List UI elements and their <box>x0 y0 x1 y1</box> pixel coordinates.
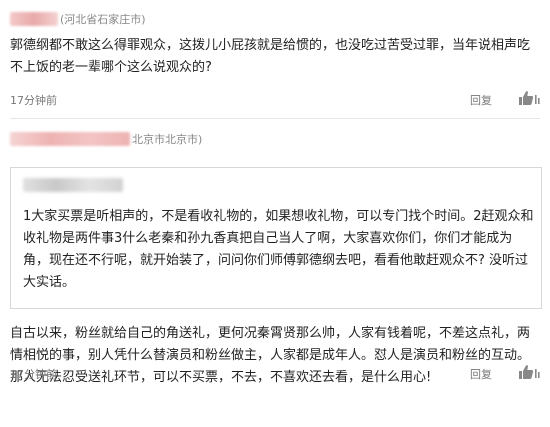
comment-text: 郭德纲都不敢这么得罪观众，这拨儿小屁孩就是给惯的，也没吃过苦受过罪，当年说相声吃… <box>10 38 531 75</box>
comment-location: 北京市北京市) <box>132 133 203 146</box>
like-button[interactable] <box>518 364 540 380</box>
comment-time: 17分钟前 <box>10 368 57 381</box>
quoted-text: 1大家买票是听相声的，不是看收礼物的，如果想收礼物，可以专门找个时间。2赶观众和… <box>23 209 534 290</box>
like-button[interactable] <box>518 90 540 106</box>
quoted-comment: 1大家买票是听相声的，不是看收礼物的，如果想收礼物，可以专门找个时间。2赶观众和… <box>10 167 542 309</box>
divider <box>10 118 540 119</box>
comment-item: (河北省石家庄市) 郭德纲都不敢这么得罪观众，这拨儿小屁孩就是给惯的，也没吃过苦… <box>0 0 550 120</box>
comment-meta: 17分钟前 回复 <box>10 364 540 382</box>
comment-item: 北京市北京市) 1大家买票是听相声的，不是看收礼物的，如果想收礼物，可以专门找个… <box>0 120 550 427</box>
comment-author: (河北省石家庄市) <box>10 10 146 28</box>
quoted-author-blurred <box>23 178 123 192</box>
comment-author: 北京市北京市) <box>10 130 202 148</box>
comment-location: (河北省石家庄市) <box>60 13 146 26</box>
reply-button[interactable]: 回复 <box>470 92 492 108</box>
avatar-name-blurred[interactable] <box>10 132 130 146</box>
thumbs-up-icon <box>519 91 540 105</box>
avatar-name-blurred[interactable] <box>10 12 58 26</box>
comment-meta: 17分钟前 回复 <box>10 90 540 108</box>
comment-time: 17分钟前 <box>10 94 57 107</box>
reply-button[interactable]: 回复 <box>470 366 492 382</box>
thumbs-up-icon <box>519 365 540 379</box>
